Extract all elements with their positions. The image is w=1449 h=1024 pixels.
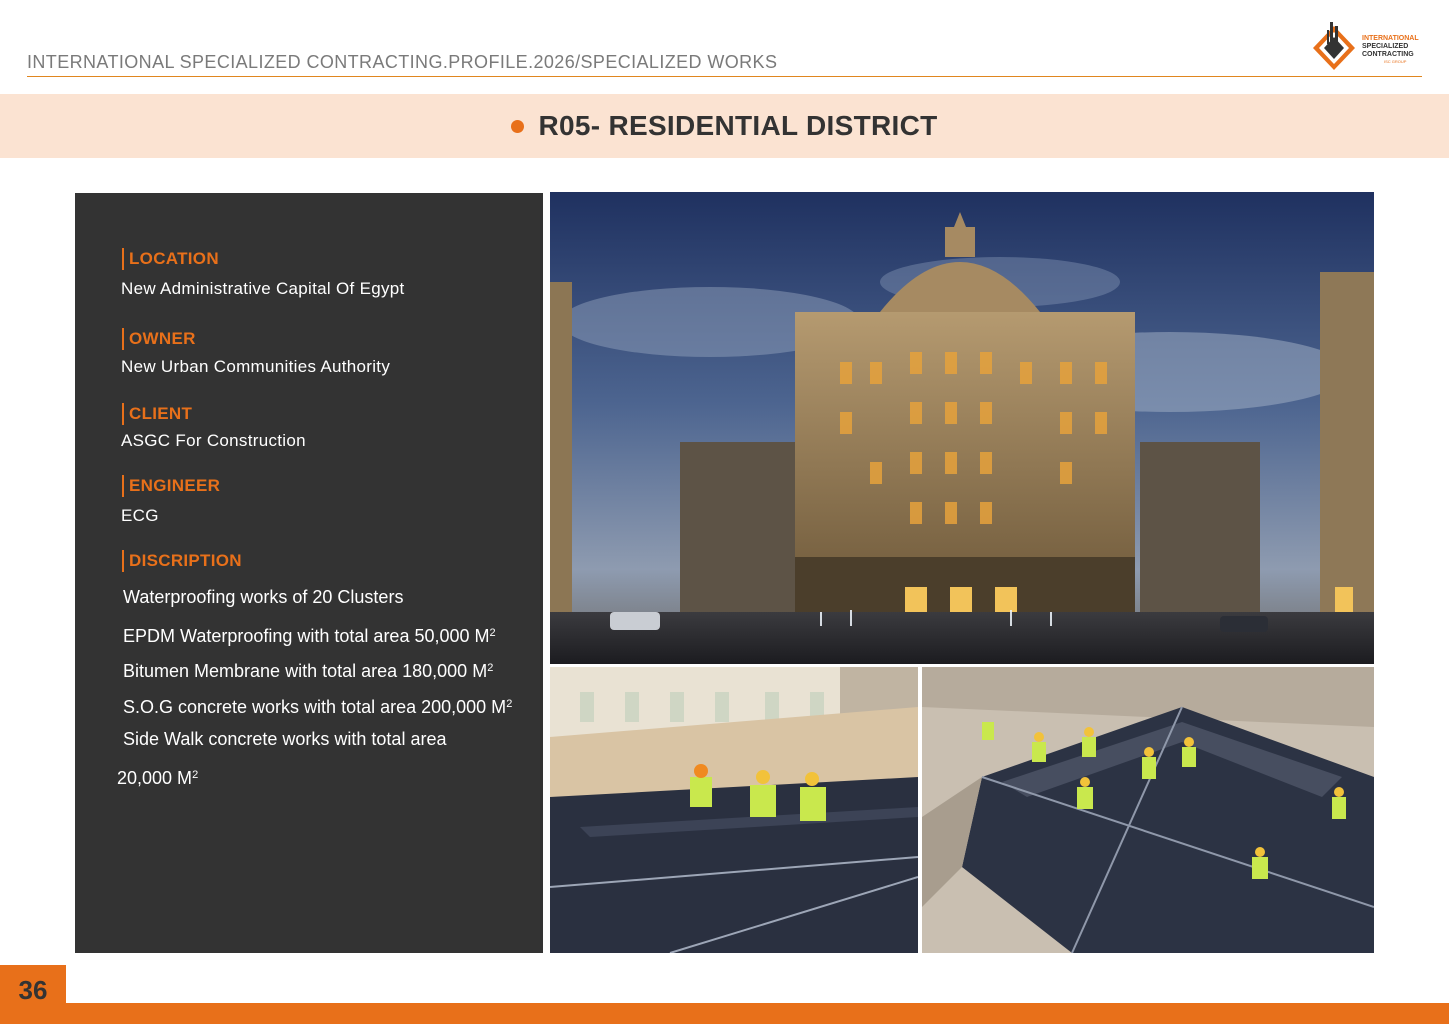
description-line: Bitumen Membrane with total area 180,000…: [123, 661, 494, 681]
client-value: ASGC For Construction: [121, 431, 306, 450]
location-value: New Administrative Capital Of Egypt: [121, 279, 405, 298]
location-label: LOCATION: [122, 248, 219, 270]
bullet-dot-icon: [511, 119, 525, 133]
description-line: Waterproofing works of 20 Clusters: [123, 587, 404, 607]
logo-line-4: ISC GROUP: [1384, 59, 1407, 64]
owner-value: New Urban Communities Authority: [121, 357, 391, 376]
description-label: DISCRIPTION: [122, 550, 242, 572]
footer-bar: [0, 1003, 1449, 1024]
header-breadcrumb: INTERNATIONAL SPECIALIZED CONTRACTING.PR…: [27, 52, 778, 72]
logo-line-1: INTERNATIONAL: [1362, 35, 1419, 42]
description-line: EPDM Waterproofing with total area 50,00…: [123, 626, 496, 646]
description-line: Side Walk concrete works with total area: [123, 729, 447, 749]
description-line: S.O.G concrete works with total area 200…: [123, 697, 513, 717]
waterproofing-workers-photo-2: [922, 667, 1374, 953]
company-logo: INTERNATIONAL SPECIALIZED CONTRACTING IS…: [1310, 20, 1430, 75]
building-photo: [550, 192, 1374, 664]
owner-label: OWNER: [122, 328, 196, 350]
title-band: R05- RESIDENTIAL DISTRICT: [0, 94, 1449, 158]
page-title: R05- RESIDENTIAL DISTRICT: [538, 110, 938, 141]
logo-line-2: SPECIALIZED: [1362, 43, 1409, 50]
header-divider: [27, 76, 1422, 77]
project-info-panel: LOCATION New Administrative Capital Of E…: [75, 193, 543, 953]
logo-emblem-icon: [1313, 22, 1355, 70]
description-line: 20,000 M2: [117, 768, 199, 788]
client-label: CLIENT: [122, 403, 192, 425]
logo-line-3: CONTRACTING: [1362, 51, 1414, 58]
waterproofing-workers-photo-1: [550, 667, 918, 953]
engineer-value: ECG: [121, 506, 159, 525]
page-number: 36: [18, 975, 48, 1005]
engineer-label: ENGINEER: [122, 475, 220, 497]
